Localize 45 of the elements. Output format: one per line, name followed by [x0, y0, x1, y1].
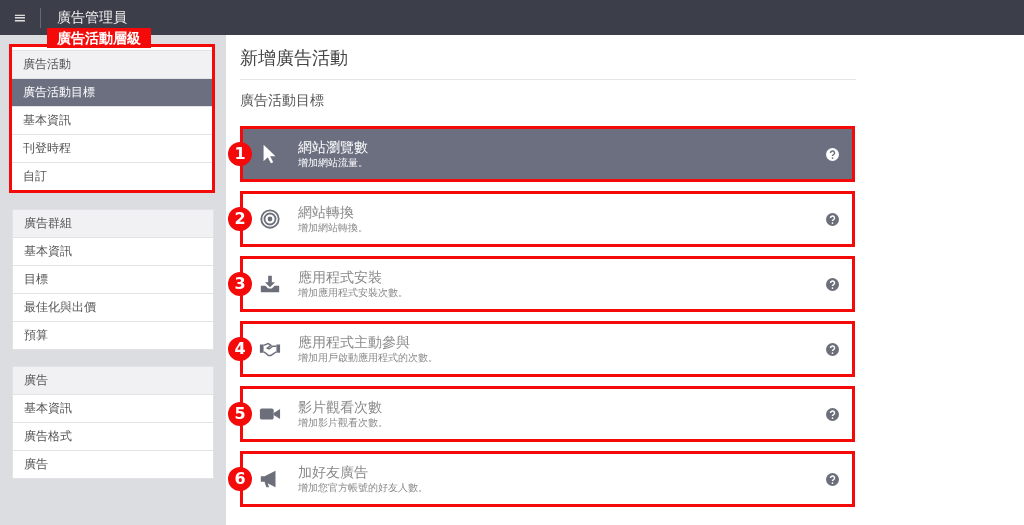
help-icon[interactable]: [826, 277, 839, 291]
objective-title: 應用程式安裝: [298, 268, 383, 286]
objective-title: 應用程式主動參與: [298, 333, 411, 351]
help-icon[interactable]: [826, 212, 839, 226]
nav-section-header[interactable]: 廣告: [13, 367, 213, 394]
number-badge: 2: [228, 207, 252, 231]
annotation-label: 廣告活動層級: [47, 28, 151, 48]
target-icon: [259, 208, 281, 230]
nav-item[interactable]: 目標: [13, 265, 213, 293]
objective-description: 增加網站流量。: [298, 156, 369, 170]
page-title: 新增廣告活動: [240, 46, 349, 70]
objective-description: 增加您官方帳號的好友人數。: [298, 481, 429, 495]
objective-description: 增加網站轉換。: [298, 221, 369, 235]
nav-item[interactable]: 刊登時程: [12, 134, 212, 162]
nav-item[interactable]: 基本資訊: [13, 237, 213, 265]
objective-title: 網站轉換: [298, 203, 355, 221]
number-badge: 5: [228, 402, 252, 426]
number-badge: 4: [228, 337, 252, 361]
nav-item[interactable]: 廣告格式: [13, 422, 213, 450]
nav-section-header[interactable]: 廣告活動: [12, 50, 212, 78]
nav-item[interactable]: 廣告: [13, 450, 213, 478]
objective-title: 網站瀏覽數: [298, 138, 369, 156]
section-title: 廣告活動目標: [240, 92, 325, 110]
number-badge: 1: [228, 142, 252, 166]
app-title: 廣告管理員: [57, 8, 128, 27]
objective-description: 增加應用程式安裝次數。: [298, 286, 409, 300]
number-badge: 6: [228, 467, 252, 491]
help-icon[interactable]: [826, 407, 839, 421]
help-icon[interactable]: [826, 147, 839, 161]
nav-item[interactable]: 預算: [13, 321, 213, 349]
nav-item[interactable]: 基本資訊: [12, 106, 212, 134]
download-icon: [259, 273, 281, 295]
objective-title: 影片觀看次數: [298, 398, 383, 416]
objective-description: 增加影片觀看次數。: [298, 416, 389, 430]
nav-item[interactable]: 基本資訊: [13, 394, 213, 422]
nav-item[interactable]: 自訂: [12, 162, 212, 190]
help-icon[interactable]: [826, 342, 839, 356]
nav-section-header[interactable]: 廣告群組: [13, 210, 213, 237]
number-badge: 3: [228, 272, 252, 296]
nav-item[interactable]: 最佳化與出價: [13, 293, 213, 321]
help-icon[interactable]: [826, 472, 839, 486]
menu-icon[interactable]: ≡: [13, 9, 27, 26]
objective-title: 加好友廣告: [298, 463, 369, 481]
objective-description: 增加用戶啟動應用程式的次數。: [298, 351, 439, 365]
nav-item[interactable]: 廣告活動目標: [12, 78, 212, 106]
